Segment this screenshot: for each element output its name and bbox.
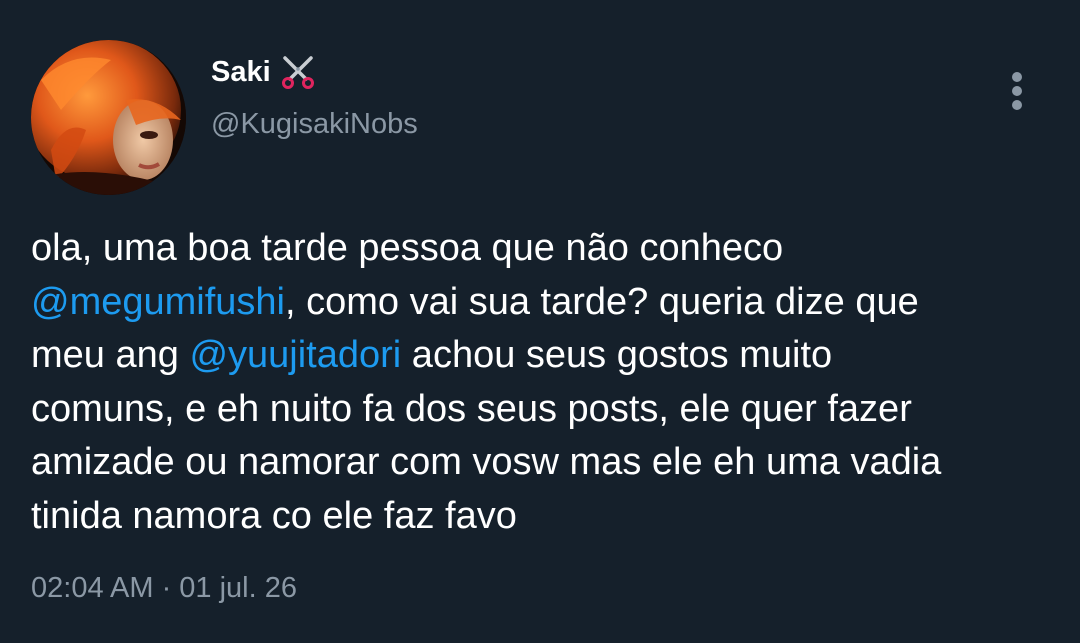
scissors-icon — [281, 55, 315, 89]
user-handle[interactable]: @KugisakiNobs — [211, 108, 418, 141]
author-name-row: Saki — [211, 52, 315, 92]
tweet-timestamp[interactable]: 02:04 AM · 01 jul. 26 — [31, 572, 297, 605]
tweet-body-text: meu ang — [31, 334, 190, 376]
more-vertical-icon[interactable] — [1003, 70, 1031, 112]
avatar[interactable] — [31, 40, 186, 195]
mention-link[interactable]: @megumifushi — [31, 281, 285, 323]
avatar-photo — [31, 40, 186, 195]
tweet-body-line: meu ang @yuujitadori achou seus gostos m… — [31, 329, 1066, 383]
mention-link[interactable]: @yuujitadori — [189, 334, 401, 376]
tweet-body-line: tinida namora co ele faz favo — [31, 494, 517, 537]
tweet-body-line: ola, uma boa tarde pessoa que não conhec… — [31, 227, 784, 269]
tweet-body-line: amizade ou namorar com vosw mas ele eh u… — [31, 441, 942, 483]
tweet-body-line: @megumifushi, como vai sua tarde? queria… — [31, 276, 1066, 330]
tweet-body-line: comuns, e eh nuito fa dos seus posts, el… — [31, 387, 912, 430]
display-name[interactable]: Saki — [211, 56, 271, 89]
tweet-body-text: , como vai sua tarde? queria dize que — [285, 280, 919, 323]
tweet-body-text: achou seus gostos muito — [401, 334, 833, 376]
tweet-body: ola, uma boa tarde pessoa que não conhec… — [31, 222, 1066, 543]
tweet: Saki @KugisakiNobs ola, uma boa tarde pe… — [0, 0, 1080, 643]
